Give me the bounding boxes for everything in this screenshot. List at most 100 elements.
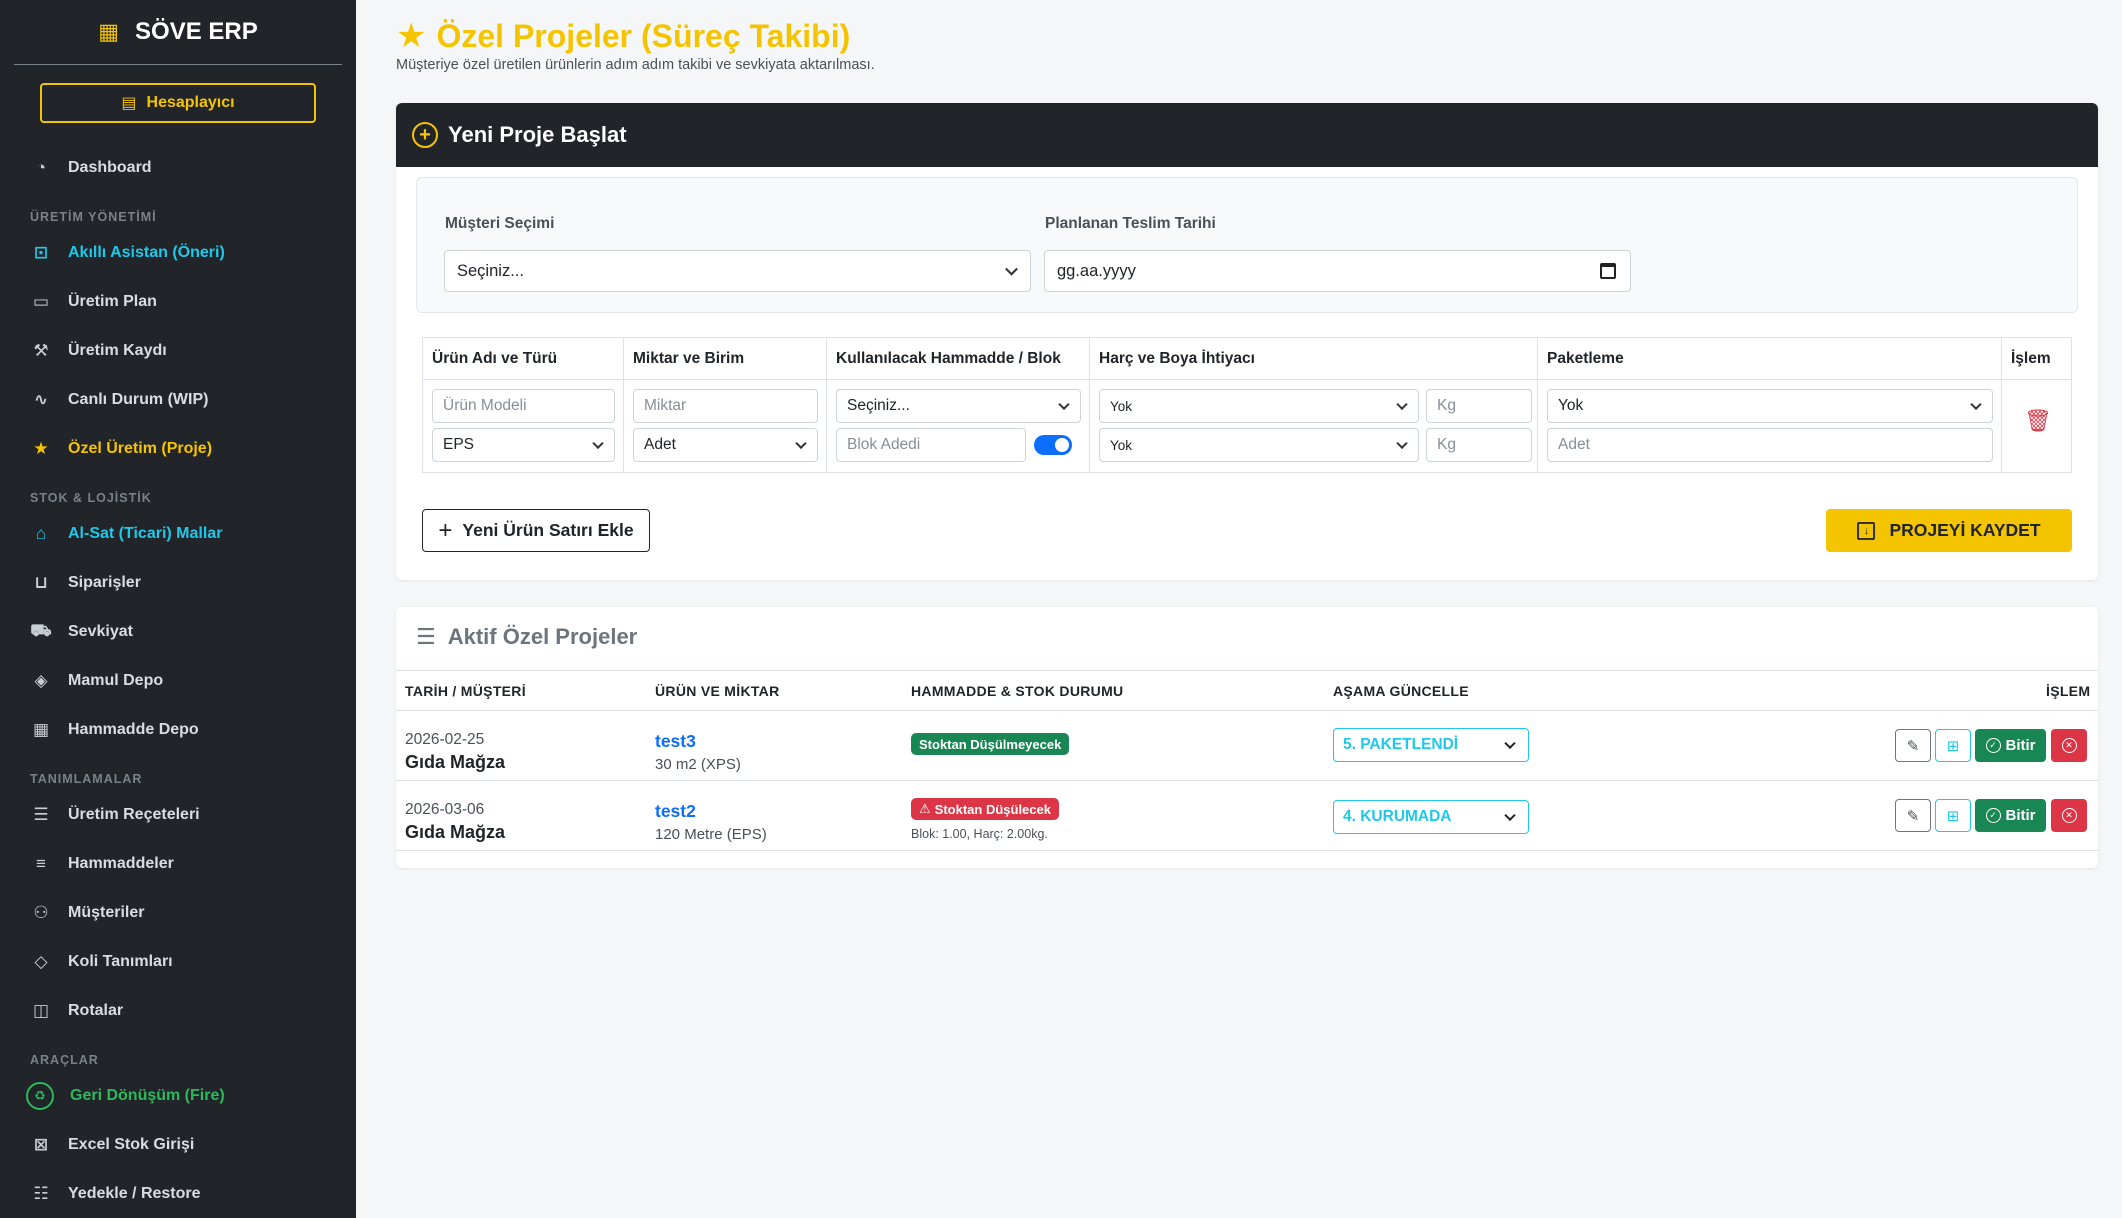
chevron-down-icon xyxy=(1970,398,1982,411)
star-icon: ★ xyxy=(33,438,49,458)
sidebar-item-custom-production[interactable]: ★ Özel Üretim (Proje) xyxy=(0,424,356,473)
sidebar-item-product-depot[interactable]: ◈ Mamul Depo xyxy=(0,656,356,705)
quantity-input[interactable]: Miktar xyxy=(633,389,818,423)
sidebar-item-label: Akıllı Asistan (Öneri) xyxy=(68,243,225,261)
add-product-row-button[interactable]: + Yeni Ürün Satırı Ekle xyxy=(422,509,650,552)
sidebar-item-label: Sevkiyat xyxy=(68,622,133,640)
project-info-box: Müşteri Seçimi Seçiniz... Planlanan Tesl… xyxy=(416,177,2078,313)
unit-select[interactable]: Adet xyxy=(633,428,818,462)
sidebar-item-smart-assistant[interactable]: ⊡ Akıllı Asistan (Öneri) xyxy=(0,228,356,277)
chevron-down-icon xyxy=(1396,398,1408,411)
stage-value: 4. KURUMADA xyxy=(1343,808,1452,825)
sidebar-item-live-status[interactable]: ∿ Canlı Durum (WIP) xyxy=(0,375,356,424)
project-date: 2026-03-06 xyxy=(405,801,485,818)
sidebar-item-material-depot[interactable]: ▦ Hammadde Depo xyxy=(0,705,356,754)
sidebar-item-label: Özel Üretim (Proje) xyxy=(68,439,213,457)
check-circle-icon: ✓ xyxy=(1985,808,2001,823)
mortar-kg-input[interactable]: Kg xyxy=(1426,389,1532,423)
trash-icon[interactable]: 🗑 xyxy=(2024,408,2052,434)
delivery-date-value: gg.aa.yyyy xyxy=(1057,261,1136,280)
brand[interactable]: ▦ SÖVE ERP xyxy=(14,0,342,65)
sidebar-item-label: Geri Dönüşüm (Fire) xyxy=(70,1086,225,1104)
project-customer: Gıda Mağza xyxy=(405,822,506,842)
dashboard-icon: ◔ xyxy=(35,157,47,177)
paint-select[interactable]: Yok xyxy=(1099,428,1419,462)
check-circle-icon: ✓ xyxy=(1985,738,2001,753)
brand-name: SÖVE ERP xyxy=(135,18,258,45)
page-title-text: Özel Projeler (Süreç Takibi) xyxy=(436,17,851,54)
box-icon: ⊞ xyxy=(1946,807,1960,825)
nav-section-heading: STOK & LOJİSTİK xyxy=(30,491,152,505)
stage-value: 5. PAKETLENDİ xyxy=(1343,736,1459,753)
delete-button[interactable]: ✕ xyxy=(2051,799,2087,832)
select-value: Adet xyxy=(644,436,676,453)
calculator-button[interactable]: ▤ Hesaplayıcı xyxy=(40,83,316,123)
calendar-icon[interactable] xyxy=(1600,263,1616,279)
sidebar-item-excel-stock[interactable]: ⊠ Excel Stok Girişi xyxy=(0,1120,356,1169)
select-value: EPS xyxy=(443,436,475,453)
hammer-icon: ⚒ xyxy=(33,340,49,360)
edit-button[interactable]: ✎ xyxy=(1895,799,1931,832)
select-value: Yok xyxy=(1558,397,1584,414)
active-projects-header: ☰ Aktif Özel Projeler xyxy=(416,624,637,650)
cart-icon: ⊔ xyxy=(34,572,48,592)
material-select[interactable]: Seçiniz... xyxy=(836,389,1081,423)
finish-button[interactable]: ✓ Bitir xyxy=(1975,729,2046,762)
transfer-button[interactable]: ⊞ xyxy=(1935,799,1971,832)
sidebar-item-recycling[interactable]: ♻ Geri Dönüşüm (Fire) xyxy=(0,1071,356,1120)
chevron-down-icon xyxy=(1396,437,1408,450)
sidebar-item-shipment[interactable]: ⛟ Sevkiyat xyxy=(0,607,356,656)
block-count-input[interactable]: Blok Adedi xyxy=(836,428,1026,462)
sidebar-item-recipes[interactable]: ☰ Üretim Reçeteleri xyxy=(0,790,356,839)
col-product: Ürün Adı ve Türü Ürün Modeli EPS xyxy=(423,338,624,472)
product-model-input[interactable]: Ürün Modeli xyxy=(432,389,615,423)
delete-button[interactable]: ✕ xyxy=(2051,729,2087,762)
sidebar-item-materials[interactable]: ≡ Hammaddeler xyxy=(0,839,356,888)
customer-select[interactable]: Seçiniz... xyxy=(444,250,1031,292)
customer-label: Müşteri Seçimi xyxy=(445,215,555,232)
mortar-select[interactable]: Yok xyxy=(1099,389,1419,423)
delivery-date-input[interactable]: gg.aa.yyyy xyxy=(1044,250,1631,292)
col-quantity: Miktar ve Birim Miktar Adet xyxy=(624,338,827,472)
stage-select[interactable]: 5. PAKETLENDİ xyxy=(1333,728,1529,762)
list-icon: ☰ xyxy=(416,624,436,649)
product-type-select[interactable]: EPS xyxy=(432,428,615,462)
placeholder-text: Miktar xyxy=(644,397,687,414)
chevron-down-icon xyxy=(592,437,604,450)
transfer-button[interactable]: ⊞ xyxy=(1935,729,1971,762)
packaging-select[interactable]: Yok xyxy=(1547,389,1993,423)
project-quantity: 30 m2 (XPS) xyxy=(655,756,741,773)
block-toggle[interactable] xyxy=(1034,435,1072,455)
sidebar-item-label: Koli Tanımları xyxy=(68,952,173,970)
chevron-down-icon xyxy=(1058,398,1070,411)
sidebar-item-production-plan[interactable]: ▭ Üretim Plan xyxy=(0,277,356,326)
chevron-down-icon xyxy=(795,437,807,450)
edit-button[interactable]: ✎ xyxy=(1895,729,1931,762)
sidebar-item-routes[interactable]: ◫ Rotalar xyxy=(0,986,356,1035)
chevron-down-icon xyxy=(1504,809,1516,822)
sidebar-item-trade-goods[interactable]: ⌂ Al-Sat (Ticari) Mallar xyxy=(0,509,356,558)
sidebar: ▦ SÖVE ERP ▤ Hesaplayıcı ◔ Dashboard ÜRET… xyxy=(0,0,356,1218)
project-product-link[interactable]: test2 xyxy=(655,801,696,822)
finish-button[interactable]: ✓ Bitir xyxy=(1975,799,2046,832)
sidebar-item-production-record[interactable]: ⚒ Üretim Kaydı xyxy=(0,326,356,375)
delivery-date-label: Planlanan Teslim Tarihi xyxy=(1045,215,1216,232)
save-project-button[interactable]: ↓ PROJEYİ KAYDET xyxy=(1826,509,2072,552)
stock-status: ⚠ Stoktan Düşülecek xyxy=(911,798,1059,820)
sidebar-item-label: Mamul Depo xyxy=(68,671,164,689)
sidebar-item-dashboard[interactable]: ◔ Dashboard xyxy=(0,143,356,192)
project-product-link[interactable]: test3 xyxy=(655,731,696,752)
stage-select[interactable]: 4. KURUMADA xyxy=(1333,800,1529,834)
grid-icon: ▦ xyxy=(32,719,50,739)
sidebar-item-label: Üretim Kaydı xyxy=(68,341,167,359)
sidebar-item-box-definitions[interactable]: ◇ Koli Tanımları xyxy=(0,937,356,986)
sidebar-item-customers[interactable]: ⚇ Müşteriler xyxy=(0,888,356,937)
sidebar-item-backup[interactable]: ☷ Yedekle / Restore xyxy=(0,1169,356,1218)
edit-icon: ✎ xyxy=(1906,737,1920,755)
sidebar-nav: ◔ Dashboard ÜRETİM YÖNETİMİ ⊡ Akıllı Asist… xyxy=(0,143,356,1218)
packaging-qty-input[interactable]: Adet xyxy=(1547,428,1993,462)
sidebar-item-orders[interactable]: ⊔ Siparişler xyxy=(0,558,356,607)
paint-kg-input[interactable]: Kg xyxy=(1426,428,1532,462)
column-header: Harç ve Boya İhtiyacı xyxy=(1090,338,1537,380)
excel-icon: ⊠ xyxy=(33,1134,49,1154)
